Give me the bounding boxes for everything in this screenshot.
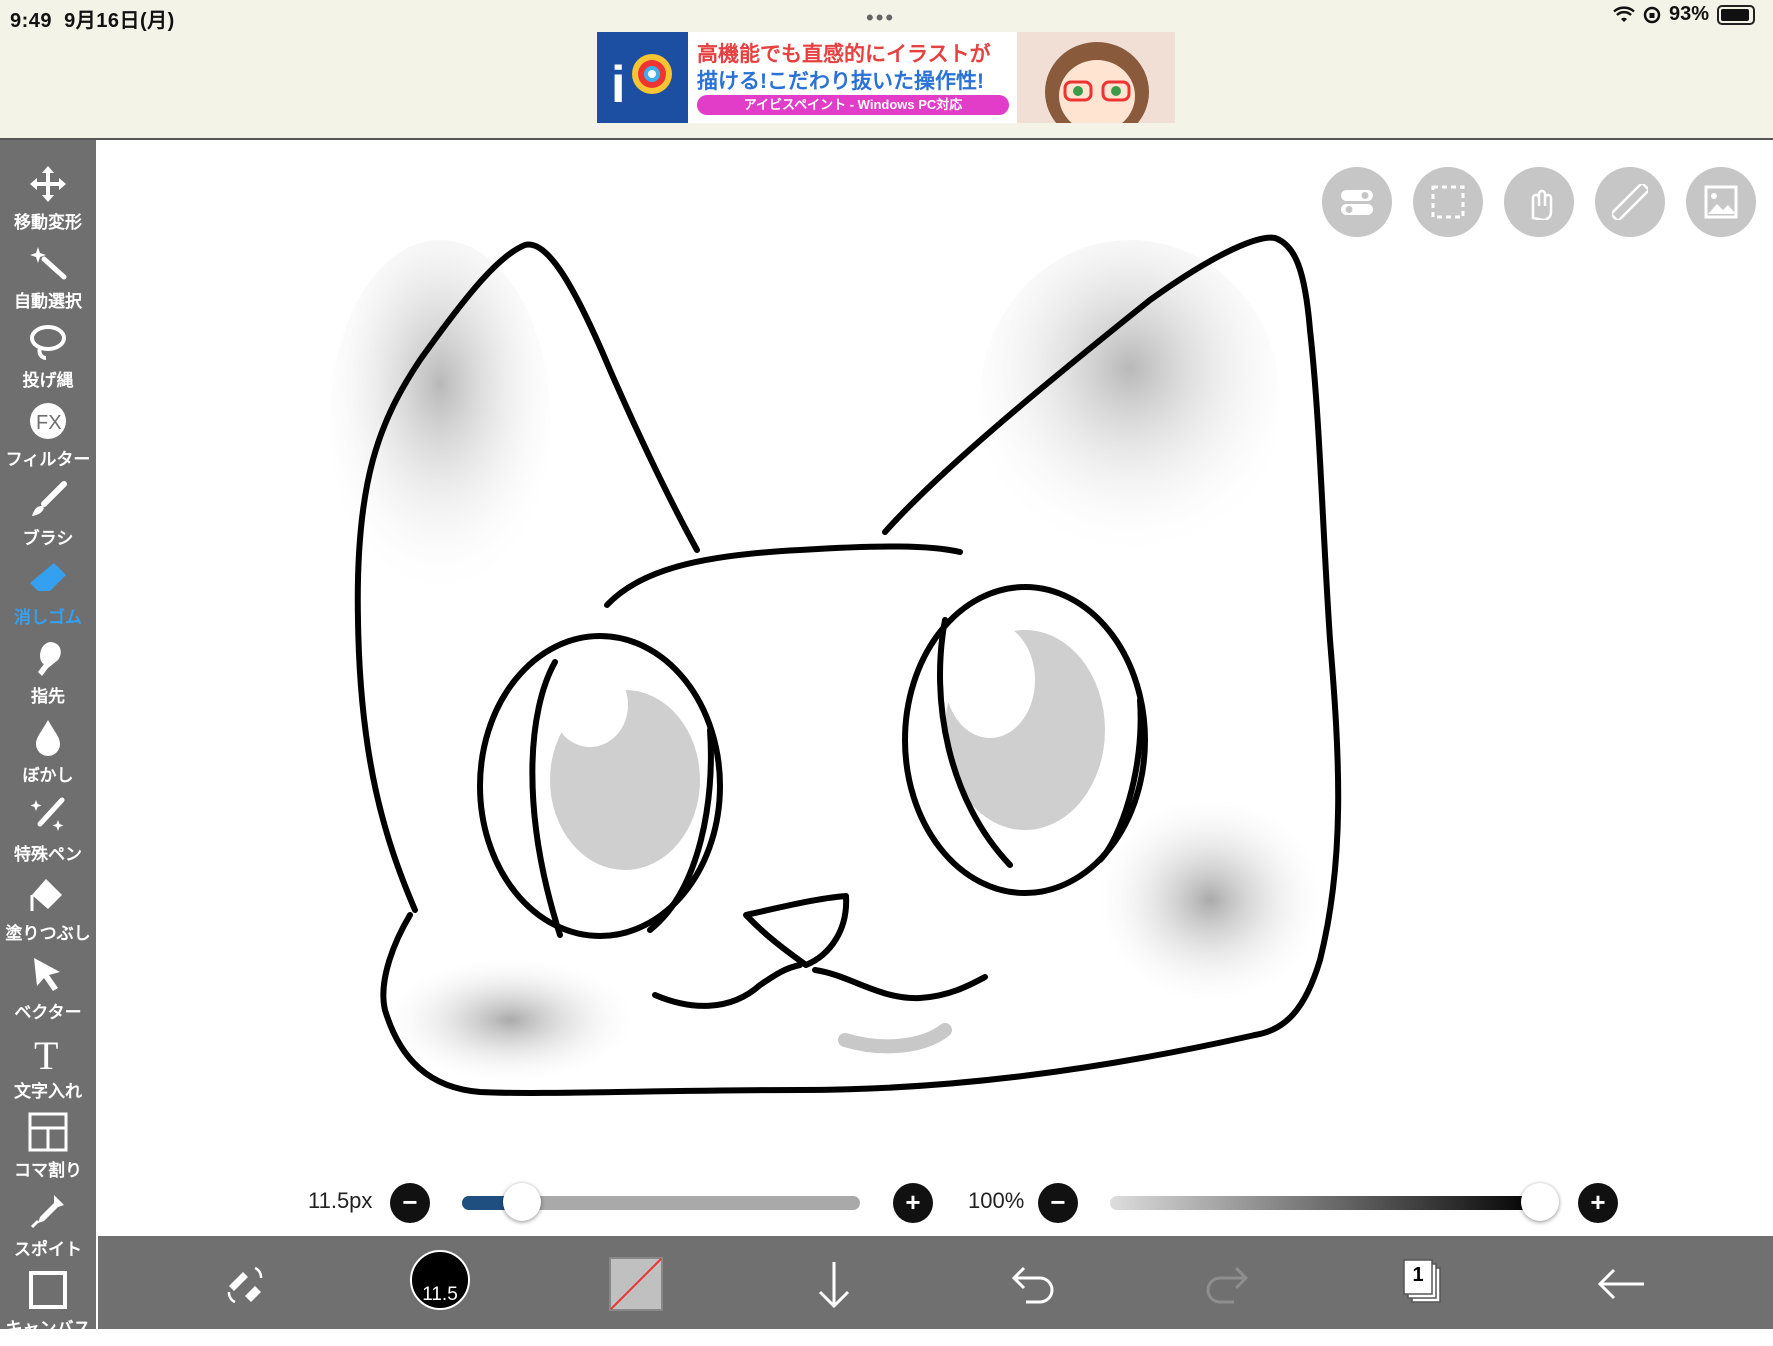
undo-button[interactable] [1002,1256,1062,1312]
tool-fill[interactable]: 塗りつぶし [0,873,96,951]
tool-auto-select[interactable]: 自動選択 [0,241,96,319]
tool-blur[interactable]: ぼかし [0,715,96,793]
vector-icon [34,958,60,991]
tool-move-transform[interactable]: 移動変形 [0,162,96,240]
tool-canvas[interactable]: キャンバス [0,1268,96,1346]
blur-icon [36,720,60,756]
redo-button[interactable] [1198,1256,1258,1312]
brush-icon [32,481,67,516]
brush-size-indicator[interactable]: 11.5 [410,1250,470,1312]
ibispaint-logo: i [597,32,688,123]
battery-percent: 93% [1668,3,1709,25]
ad-subheadline: 描ける!こだわり抜いた操作性! [697,70,984,93]
opacity-label: 100% [968,1188,1025,1213]
brush-eraser-swap-icon [227,1266,263,1304]
selection-button[interactable] [1413,167,1483,237]
ad-headline: 高機能でも直感的にイラストが [697,43,991,66]
transparent-color-icon [609,1257,663,1311]
opacity-slider[interactable] [1110,1183,1559,1221]
status-time: 9:49 9月16日(月) [10,10,175,32]
tool-vector[interactable]: ベクター [0,952,96,1030]
tool-filter[interactable]: FX フィルター [0,399,96,477]
svg-text:T: T [34,1033,58,1073]
opacity-slider-thumb[interactable] [1521,1183,1559,1221]
brush-size-slider[interactable] [462,1183,860,1221]
ruler-icon [1612,184,1648,220]
undo-icon [1011,1266,1054,1304]
lasso-icon [30,325,66,360]
tool-eraser[interactable]: 消しゴム [0,557,96,635]
layers-button[interactable]: 1 [1394,1256,1454,1312]
cat-drawing [330,234,1342,1096]
frame-divider-icon [28,1112,68,1152]
reference-image-button[interactable] [1686,167,1756,237]
brush-size-badge: 11.5 [422,1284,458,1305]
svg-text:i: i [611,56,625,114]
toggle-icon [1341,190,1373,215]
ad-banner[interactable]: i 高機能でも直感的にイラストが 描ける!こだわり抜いた操作性! アイビスペイン… [597,32,1175,123]
move-icon [30,166,66,202]
redo-icon [1206,1266,1249,1304]
size-slider-thumb[interactable] [502,1183,541,1221]
quick-tool-switch-button[interactable] [215,1256,275,1312]
image-icon [1704,185,1738,219]
back-button[interactable] [1592,1256,1652,1312]
tool-text[interactable]: T 文字入れ [0,1031,96,1109]
tool-smudge[interactable]: 指先 [0,636,96,714]
magic-wand-icon [30,247,67,280]
tool-special-pen[interactable]: 特殊ペン [0,794,96,872]
brush-sliders: 11.5px − + 100% − + [0,1170,1773,1236]
status-date: 9月16日(月) [64,10,175,32]
brush-size-label: 11.5px [308,1188,373,1213]
color-swatch-button[interactable] [608,1256,668,1312]
status-bar: 9:49 9月16日(月) ••• 93% i 高機能でも直感的にイラストが 描… [0,0,1773,140]
arrow-down-icon [818,1262,850,1309]
eraser-icon [30,563,66,591]
size-increase-button[interactable]: + [893,1183,933,1223]
hand-icon [1531,189,1553,220]
size-decrease-button[interactable]: − [390,1183,430,1223]
smudge-icon [38,642,61,676]
svg-text:FX: FX [36,412,62,434]
wifi-icon [1613,6,1635,22]
special-pen-icon [30,797,65,831]
ad-character-illustration [1017,32,1175,123]
layer-down-button[interactable] [804,1256,864,1312]
fill-icon [30,879,62,911]
text-icon: T [34,1033,58,1073]
tool-brush[interactable]: ブラシ [0,478,96,556]
fx-icon: FX [30,403,66,439]
toggle-settings-button[interactable] [1322,167,1392,237]
battery-icon [1717,4,1755,25]
tool-sidebar: 移動変形 自動選択 投げ縄 FX フィルター ブラシ 消しゴム 指先 ぼかし 特… [0,140,96,1338]
arrow-left-icon [1597,1268,1644,1300]
ad-tagline: アイビスペイント - Windows PC対応 [697,95,1009,115]
status-indicators: 93% [1613,3,1755,26]
drawing-canvas[interactable] [98,140,1773,1234]
ruler-button[interactable] [1595,167,1665,237]
touch-gesture-button[interactable] [1504,167,1574,237]
multitask-dots-icon[interactable]: ••• [866,5,895,31]
opacity-decrease-button[interactable]: − [1038,1183,1078,1223]
bottom-toolbar: 11.5 1 [98,1236,1773,1329]
selection-icon [1431,185,1465,219]
rotation-lock-icon [1643,6,1661,23]
tool-lasso[interactable]: 投げ縄 [0,320,96,398]
layer-count: 1 [1412,1264,1424,1286]
opacity-increase-button[interactable]: + [1578,1183,1618,1223]
canvas-icon [29,1271,67,1309]
